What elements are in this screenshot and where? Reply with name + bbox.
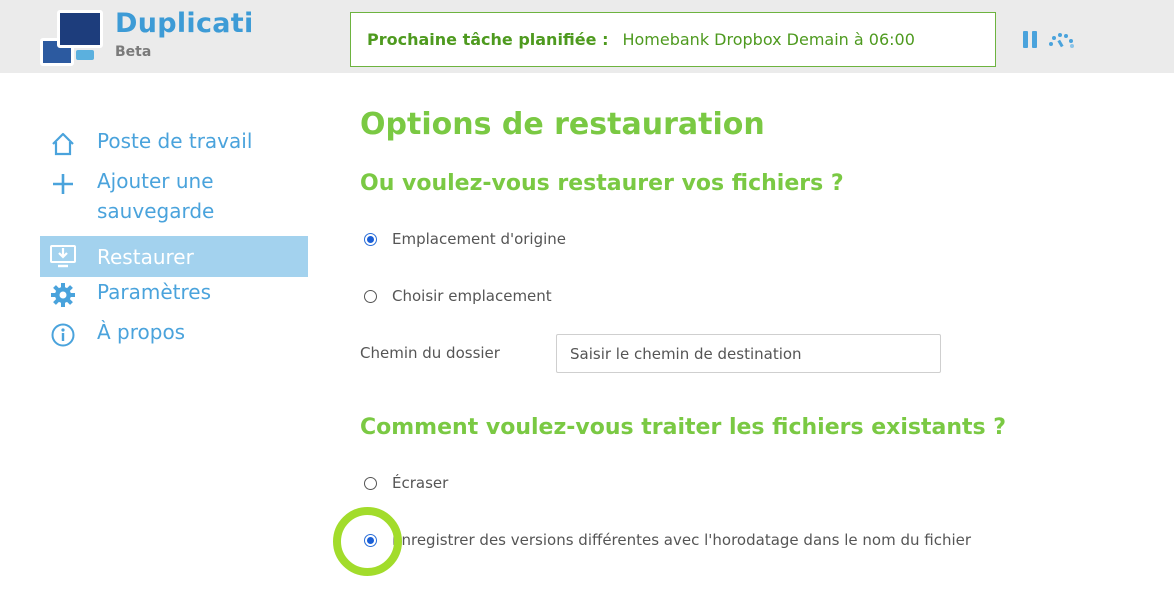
page-title: Options de restauration bbox=[360, 107, 765, 142]
sidebar-item-settings[interactable]: Paramètres bbox=[40, 277, 308, 317]
logo-square-tiny bbox=[76, 50, 94, 60]
next-task-value: Homebank Dropbox Demain à 06:00 bbox=[622, 30, 915, 49]
app-edition: Beta bbox=[115, 44, 152, 60]
folder-path-input[interactable] bbox=[556, 334, 941, 373]
sidebar-item-label: À propos bbox=[97, 320, 186, 344]
sidebar-item-add-backup[interactable]: Ajouter une sauvegarde bbox=[40, 166, 308, 236]
sidebar-item-about[interactable]: À propos bbox=[40, 317, 308, 357]
sidebar-item-label: Ajouter une bbox=[97, 169, 214, 193]
home-icon bbox=[52, 132, 74, 156]
folder-path-label: Chemin du dossier bbox=[360, 344, 500, 362]
radio-button[interactable] bbox=[364, 476, 377, 490]
radio-button-checked[interactable] bbox=[364, 232, 377, 246]
radio-choose-location[interactable]: Choisir emplacement bbox=[364, 287, 552, 305]
app-header: Duplicati Beta Prochaine tâche planifiée… bbox=[0, 0, 1174, 73]
next-task-label: Prochaine tâche planifiée : bbox=[367, 30, 609, 49]
restore-location-heading: Ou voulez-vous restaurer vos fichiers ? bbox=[360, 171, 844, 196]
radio-save-timestamped-versions[interactable]: Enregistrer des versions différentes ave… bbox=[364, 531, 971, 549]
sidebar-item-restore[interactable]: Restaurer bbox=[40, 236, 308, 277]
sidebar-item-label: Restaurer bbox=[97, 244, 194, 269]
sidebar-item-home[interactable]: Poste de travail bbox=[40, 126, 308, 166]
radio-original-location[interactable]: Emplacement d'origine bbox=[364, 230, 566, 248]
plus-icon bbox=[53, 174, 73, 194]
info-icon bbox=[51, 323, 75, 347]
logo-square-big bbox=[57, 10, 103, 48]
throttle-icon[interactable] bbox=[1047, 30, 1075, 50]
radio-label: Emplacement d'origine bbox=[392, 230, 567, 248]
sidebar-nav: Poste de travail Ajouter une sauvegarde … bbox=[40, 126, 308, 357]
radio-button[interactable] bbox=[364, 289, 377, 303]
sidebar-item-label: Poste de travail bbox=[97, 129, 253, 153]
radio-overwrite[interactable]: Écraser bbox=[364, 474, 448, 492]
radio-label: Enregistrer des versions différentes ave… bbox=[392, 531, 972, 549]
click-highlight-ring bbox=[333, 507, 402, 576]
pause-icon[interactable] bbox=[1023, 31, 1037, 48]
restore-icon bbox=[50, 245, 76, 268]
sidebar-item-label-line2: sauvegarde bbox=[97, 199, 215, 223]
next-task-status: Prochaine tâche planifiée : Homebank Dro… bbox=[350, 12, 996, 67]
gear-icon bbox=[51, 283, 75, 307]
app-name: Duplicati bbox=[115, 8, 254, 39]
radio-label: Écraser bbox=[392, 474, 449, 492]
radio-label: Choisir emplacement bbox=[392, 287, 552, 305]
sidebar-item-label: Paramètres bbox=[97, 280, 212, 304]
existing-files-heading: Comment voulez-vous traiter les fichiers… bbox=[360, 415, 1007, 440]
duplicati-logo[interactable] bbox=[40, 10, 108, 68]
